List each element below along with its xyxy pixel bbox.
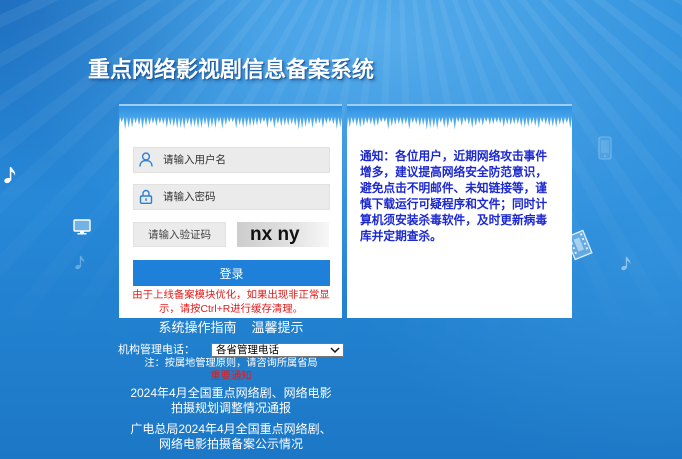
notice-panel-header — [347, 104, 572, 131]
monitor-icon — [73, 219, 91, 235]
music-note-icon — [75, 255, 85, 270]
announcement-link[interactable]: 2024年4月全国重点网络剧、网络电影拍摄规划调整情况通报 — [128, 386, 334, 416]
province-phone-select[interactable]: 各省管理电话 — [211, 343, 344, 357]
user-icon — [139, 152, 153, 167]
chevron-down-icon — [330, 346, 340, 354]
system-title: 重点网络影视剧信息备案系统 — [88, 57, 375, 82]
captcha-input[interactable] — [133, 222, 226, 247]
password-input[interactable] — [163, 185, 323, 209]
operation-guide-link[interactable]: 系统操作指南 — [158, 320, 236, 335]
tips-link[interactable]: 温馨提示 — [252, 320, 304, 335]
username-field[interactable] — [133, 147, 330, 173]
notice-panel: 通知：各位用户，近期网络攻击事件增多，建议提高网络安全防范意识，避免点击不明邮件… — [347, 104, 572, 318]
music-note-icon — [4, 167, 16, 184]
announcement-link[interactable]: 广电总局2024年4月全国重点网络剧、网络电影拍摄备案公示情况 — [128, 422, 334, 452]
login-panel: nx ny 登录 由于上线备案模块优化，如果出现非正常显示，请按Ctrl+R进行… — [119, 104, 342, 318]
music-note-icon — [621, 256, 631, 271]
cache-clear-notice: 由于上线备案模块优化，如果出现非正常显示，请按Ctrl+R进行缓存清理。 — [132, 290, 330, 315]
important-notice-heading: 重要通知 — [210, 371, 252, 382]
province-phone-selected: 各省管理电话 — [216, 344, 279, 356]
phone-icon — [598, 136, 612, 160]
login-panel-header — [119, 104, 342, 131]
security-notice-text: 通知：各位用户，近期网络攻击事件增多，建议提高网络安全防范意识，避免点击不明邮件… — [360, 150, 548, 243]
province-consult-note: 注：按属地管理原则，请咨询所属省局 — [144, 358, 318, 369]
username-input[interactable] — [163, 148, 323, 172]
help-links: 系统操作指南 温馨提示 — [116, 320, 346, 336]
lock-icon — [139, 189, 153, 204]
login-button[interactable]: 登录 — [133, 260, 330, 286]
captcha-image[interactable]: nx ny — [237, 222, 329, 247]
contact-phone-label: 机构管理电话： — [118, 344, 195, 356]
password-field[interactable] — [133, 184, 330, 210]
